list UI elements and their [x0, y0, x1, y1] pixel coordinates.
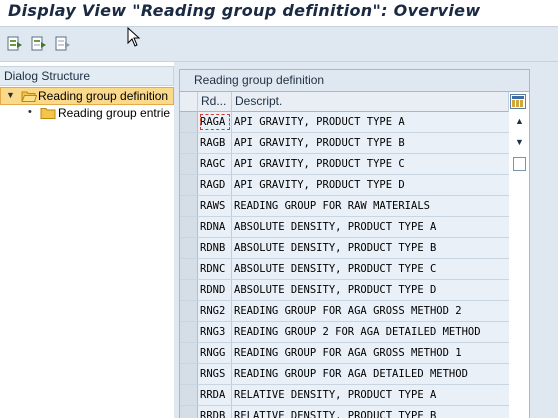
- row-selector[interactable]: [180, 301, 198, 321]
- row-selector[interactable]: [180, 343, 198, 363]
- tree-node-label: Reading group entrie: [58, 106, 171, 120]
- scroll-down-arrow-icon[interactable]: ▼: [513, 137, 526, 149]
- row-selector[interactable]: [180, 238, 198, 258]
- cell-description[interactable]: READING GROUP FOR AGA GROSS METHOD 1: [232, 343, 509, 363]
- dialog-structure-header: Dialog Structure: [0, 66, 174, 86]
- cell-reading-group[interactable]: RAWS: [198, 196, 232, 216]
- deselect-all-icon: [55, 36, 70, 51]
- table-row: RNGG READING GROUP FOR AGA GROSS METHOD 1: [180, 343, 509, 364]
- cell-description[interactable]: ABSOLUTE DENSITY, PRODUCT TYPE B: [232, 238, 509, 258]
- cell-reading-group[interactable]: RDND: [198, 280, 232, 300]
- table-settings-button[interactable]: [510, 94, 526, 109]
- cell-description[interactable]: RELATIVE DENSITY, PRODUCT TYPE A: [232, 385, 509, 405]
- table-control: Reading group definition Rd... Descript.…: [179, 69, 530, 418]
- table-caption-bar: Reading group definition: [180, 70, 529, 92]
- tree-node-reading-group-definition[interactable]: ▼ Reading group definition: [0, 87, 174, 105]
- table-row: RAWS READING GROUP FOR RAW MATERIALS: [180, 196, 509, 217]
- title-bar: Display View "Reading group definition":…: [0, 0, 558, 26]
- row-selector[interactable]: [180, 406, 198, 418]
- row-selector[interactable]: [180, 364, 198, 384]
- cell-description[interactable]: API GRAVITY, PRODUCT TYPE D: [232, 175, 509, 195]
- row-selector[interactable]: [180, 133, 198, 153]
- folder-icon: [40, 108, 56, 119]
- row-selector[interactable]: [180, 280, 198, 300]
- cell-reading-group[interactable]: RRDB: [198, 406, 232, 418]
- window-title: Display View "Reading group definition":…: [8, 1, 481, 20]
- cell-description[interactable]: READING GROUP 2 FOR AGA DETAILED METHOD: [232, 322, 509, 342]
- dialog-structure-pane: Dialog Structure ▼ Reading group definit…: [0, 62, 174, 418]
- table-row: RRDB RELATIVE DENSITY, PRODUCT TYPE B: [180, 406, 509, 418]
- table-row: RNG2 READING GROUP FOR AGA GROSS METHOD 2: [180, 301, 509, 322]
- table-pane: Reading group definition Rd... Descript.…: [179, 62, 558, 418]
- row-selector[interactable]: [180, 322, 198, 342]
- cell-description[interactable]: ABSOLUTE DENSITY, PRODUCT TYPE A: [232, 217, 509, 237]
- table-row: RDNB ABSOLUTE DENSITY, PRODUCT TYPE B: [180, 238, 509, 259]
- cell-reading-group[interactable]: RAGC: [198, 154, 232, 174]
- expand-arrow-icon[interactable]: ▼: [6, 90, 15, 100]
- table-row: RNGS READING GROUP FOR AGA DETAILED METHO…: [180, 364, 509, 385]
- scroll-thumb[interactable]: [513, 157, 526, 171]
- cell-reading-group[interactable]: RAGD: [198, 175, 232, 195]
- tree-node-reading-group-entries[interactable]: • Reading group entrie: [0, 105, 174, 123]
- tree-bullet-icon: •: [28, 106, 32, 118]
- tree-node-label: Reading group definition: [38, 89, 169, 103]
- cell-description[interactable]: READING GROUP FOR RAW MATERIALS: [232, 196, 509, 216]
- column-header-reading-group[interactable]: Rd...: [198, 92, 232, 112]
- cell-reading-group[interactable]: RNGG: [198, 343, 232, 363]
- table-row: RAGD API GRAVITY, PRODUCT TYPE D: [180, 175, 509, 196]
- table-caption: Reading group definition: [194, 73, 325, 87]
- select-all-rows-header[interactable]: [180, 92, 198, 112]
- row-selector[interactable]: [180, 196, 198, 216]
- select-all-icon: [7, 36, 22, 51]
- cell-description[interactable]: API GRAVITY, PRODUCT TYPE A: [232, 112, 509, 132]
- cell-reading-group[interactable]: RNG3: [198, 322, 232, 342]
- cell-reading-group[interactable]: RDNA: [198, 217, 232, 237]
- select-block-button[interactable]: [30, 35, 50, 55]
- open-folder-icon: [21, 91, 37, 102]
- cell-description[interactable]: API GRAVITY, PRODUCT TYPE B: [232, 133, 509, 153]
- select-all-button[interactable]: [6, 35, 26, 55]
- cell-description[interactable]: READING GROUP FOR AGA DETAILED METHOD: [232, 364, 509, 384]
- scroll-up-arrow-icon[interactable]: ▲: [513, 116, 526, 128]
- row-selector[interactable]: [180, 112, 198, 132]
- cell-description[interactable]: READING GROUP FOR AGA GROSS METHOD 2: [232, 301, 509, 321]
- table-row: RAGA API GRAVITY, PRODUCT TYPE A: [180, 112, 509, 133]
- row-selector[interactable]: [180, 175, 198, 195]
- cell-reading-group[interactable]: RDNB: [198, 238, 232, 258]
- column-header-description[interactable]: Descript.: [232, 92, 509, 112]
- cell-description[interactable]: ABSOLUTE DENSITY, PRODUCT TYPE C: [232, 259, 509, 279]
- row-selector[interactable]: [180, 154, 198, 174]
- table-row: RAGB API GRAVITY, PRODUCT TYPE B: [180, 133, 509, 154]
- cell-reading-group[interactable]: RNGS: [198, 364, 232, 384]
- application-toolbar: [0, 26, 558, 62]
- table-row: RDNC ABSOLUTE DENSITY, PRODUCT TYPE C: [180, 259, 509, 280]
- table-row: RRDA RELATIVE DENSITY, PRODUCT TYPE A: [180, 385, 509, 406]
- table-row: RNG3 READING GROUP 2 FOR AGA DETAILED MET…: [180, 322, 509, 343]
- table-row: RDNA ABSOLUTE DENSITY, PRODUCT TYPE A: [180, 217, 509, 238]
- table-row: RDND ABSOLUTE DENSITY, PRODUCT TYPE D: [180, 280, 509, 301]
- dialog-structure-title: Dialog Structure: [4, 69, 91, 83]
- cell-reading-group[interactable]: RDNC: [198, 259, 232, 279]
- cell-description[interactable]: ABSOLUTE DENSITY, PRODUCT TYPE D: [232, 280, 509, 300]
- cell-reading-group[interactable]: RRDA: [198, 385, 232, 405]
- select-block-icon: [31, 36, 46, 51]
- cell-reading-group[interactable]: RAGA: [198, 112, 232, 132]
- row-selector[interactable]: [180, 259, 198, 279]
- cell-description[interactable]: API GRAVITY, PRODUCT TYPE C: [232, 154, 509, 174]
- table-row: RAGC API GRAVITY, PRODUCT TYPE C: [180, 154, 509, 175]
- cell-reading-group[interactable]: RAGB: [198, 133, 232, 153]
- mouse-cursor-icon: [127, 27, 141, 47]
- row-selector[interactable]: [180, 385, 198, 405]
- cell-description[interactable]: RELATIVE DENSITY, PRODUCT TYPE B: [232, 406, 509, 418]
- vertical-scrollbar[interactable]: ▲ ▼: [510, 112, 529, 418]
- cell-reading-group[interactable]: RNG2: [198, 301, 232, 321]
- deselect-all-button[interactable]: [54, 35, 74, 55]
- table-settings-icon: [512, 96, 524, 107]
- row-selector[interactable]: [180, 217, 198, 237]
